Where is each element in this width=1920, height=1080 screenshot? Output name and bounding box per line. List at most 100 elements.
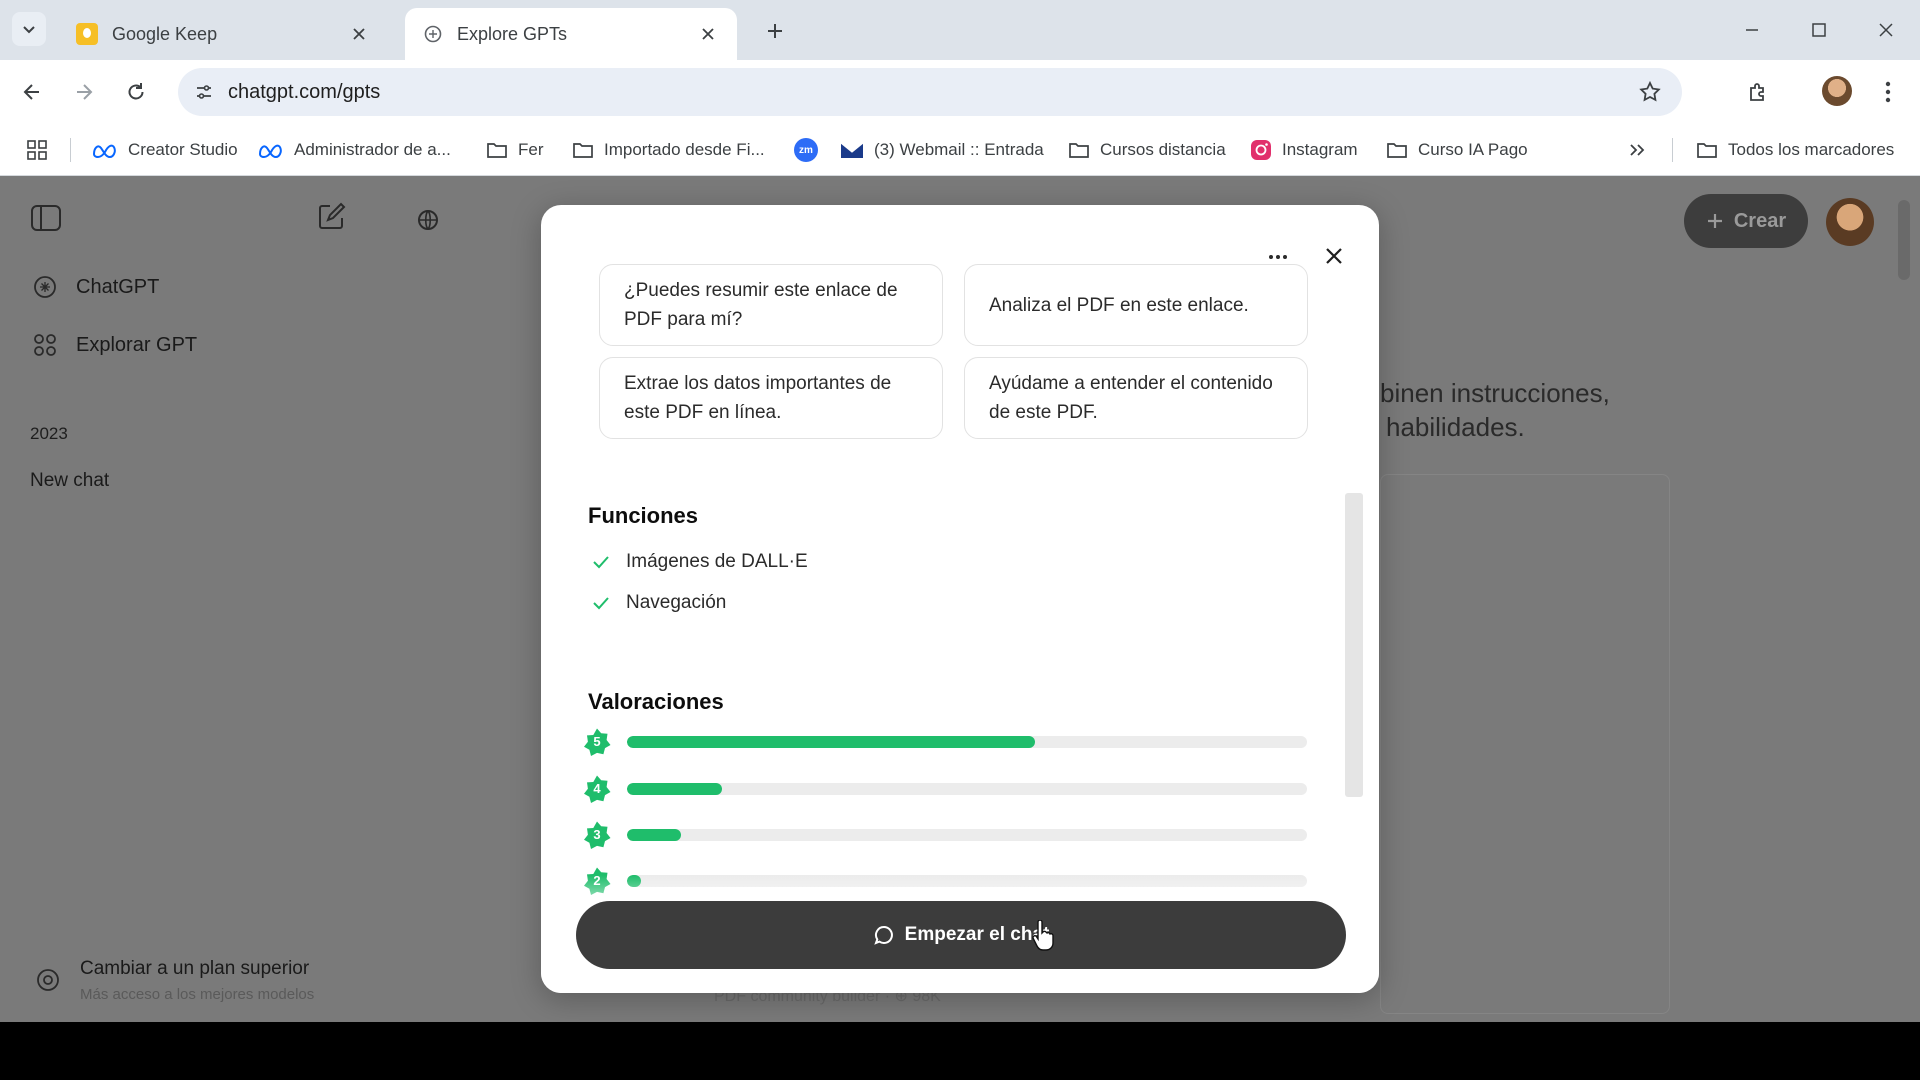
- grid-icon: [34, 334, 56, 356]
- bookmark-creator-studio[interactable]: Creator Studio: [92, 124, 238, 176]
- page-scrollbar[interactable]: [1898, 200, 1910, 280]
- rating-bar-fill: [627, 829, 682, 841]
- starter-text: Ayúdame a entender el contenido de este …: [989, 373, 1273, 423]
- upgrade-subtitle: Más acceso a los mejores modelos: [80, 986, 315, 1003]
- tab-title: Explore GPTs: [457, 23, 568, 44]
- bookmark-label: Curso IA Pago: [1418, 140, 1528, 159]
- history-year-heading: 2023: [30, 424, 68, 443]
- user-avatar[interactable]: [1826, 198, 1874, 246]
- conversation-starter[interactable]: Ayúdame a entender el contenido de este …: [964, 357, 1308, 439]
- folder-icon: [1697, 143, 1717, 158]
- sidebar-toggle-icon[interactable]: [30, 204, 62, 232]
- check-icon: [593, 556, 609, 569]
- rating-bar-fill: [627, 736, 1035, 748]
- bookmark-zoom[interactable]: zm: [794, 124, 818, 176]
- apps-button[interactable]: [26, 124, 58, 176]
- rating-row: 5: [581, 727, 1307, 757]
- bookmark-label: Importado desde Fi...: [604, 140, 765, 159]
- close-tab-button[interactable]: [697, 23, 719, 45]
- bookmark-cursos-distancia[interactable]: Cursos distancia: [1068, 124, 1226, 176]
- ratings-heading: Valoraciones: [588, 689, 724, 714]
- bookmarks-divider: [70, 138, 71, 162]
- maximize-icon: [1812, 23, 1826, 37]
- zoom-icon-text: zm: [799, 144, 813, 156]
- bookmark-curso-ia-pago[interactable]: Curso IA Pago: [1386, 124, 1528, 176]
- bookmark-todos-los-marcadores[interactable]: Todos los marcadores: [1696, 124, 1894, 176]
- google-keep-icon: [76, 23, 98, 45]
- star-badge-icon: 3: [581, 820, 613, 850]
- bookmark-importado[interactable]: Importado desde Fi...: [572, 124, 765, 176]
- back-button[interactable]: [14, 74, 50, 110]
- address-bar[interactable]: chatgpt.com/gpts: [178, 68, 1682, 116]
- arrow-right-icon: [77, 84, 93, 100]
- reload-icon: [128, 83, 144, 100]
- close-icon: [1326, 248, 1342, 264]
- tab-explore-gpts[interactable]: Explore GPTs: [405, 8, 737, 60]
- profile-avatar[interactable]: [1822, 76, 1852, 106]
- close-icon: [702, 28, 714, 40]
- browser-toolbar: chatgpt.com/gpts: [0, 60, 1920, 124]
- bookmark-webmail[interactable]: (3) Webmail :: Entrada: [840, 124, 1044, 176]
- starter-text: ¿Puedes resumir este enlace de PDF para …: [624, 280, 898, 330]
- conversation-starter[interactable]: Extrae los datos importantes de este PDF…: [599, 357, 943, 439]
- forward-button[interactable]: [66, 74, 102, 110]
- screen-bottom-band: [0, 1022, 1920, 1080]
- tab-search-button[interactable]: [12, 12, 46, 46]
- openai-icon: [34, 276, 56, 298]
- webmail-icon: [840, 142, 864, 158]
- sidebar-item-chatgpt[interactable]: ChatGPT: [32, 274, 159, 300]
- start-chat-label: Empezar el chat: [904, 924, 1050, 945]
- rating-bar-track: [627, 783, 1307, 795]
- close-dialog-button[interactable]: [1319, 241, 1349, 271]
- create-gpt-button[interactable]: Crear: [1684, 194, 1808, 248]
- background-card: [1380, 474, 1670, 1014]
- upgrade-icon: [37, 969, 59, 991]
- maximize-button[interactable]: [1799, 10, 1839, 50]
- folder-icon: [1387, 143, 1407, 158]
- sidebar-item-explorar-gpt[interactable]: Explorar GPT: [32, 332, 197, 358]
- bookmark-instagram[interactable]: Instagram: [1250, 124, 1358, 176]
- arrow-left-icon: [23, 84, 39, 100]
- dialog-scrollbar[interactable]: [1345, 493, 1363, 797]
- sidebar-item-label: ChatGPT: [76, 275, 160, 298]
- bookmark-fer[interactable]: Fer: [486, 124, 544, 176]
- rating-star-count: 4: [593, 781, 601, 796]
- sidebar-item-label: Explorar GPT: [76, 333, 198, 356]
- bookmark-star-icon[interactable]: [1638, 80, 1662, 104]
- reload-button[interactable]: [118, 74, 154, 110]
- feature-item: Imágenes de DALL·E: [590, 551, 808, 573]
- hand-cursor-icon: [1032, 920, 1054, 951]
- new-tab-button[interactable]: [760, 16, 790, 46]
- minimize-icon: [1746, 29, 1758, 31]
- create-button-label: Crear: [1733, 209, 1787, 232]
- start-chat-button[interactable]: Empezar el chat: [576, 901, 1346, 969]
- feature-label: Navegación: [626, 592, 727, 613]
- extensions-button[interactable]: [1740, 74, 1776, 110]
- conversation-starter[interactable]: ¿Puedes resumir este enlace de PDF para …: [599, 264, 943, 346]
- tab-google-keep[interactable]: Google Keep: [58, 8, 388, 60]
- bookmark-administrador[interactable]: Administrador de a...: [258, 124, 451, 176]
- conversation-starter[interactable]: Analiza el PDF en este enlace.: [964, 264, 1308, 346]
- chevron-double-right-icon: [1630, 144, 1645, 156]
- site-settings-icon[interactable]: [194, 82, 214, 102]
- globe-icon[interactable]: [416, 208, 440, 232]
- close-tab-button[interactable]: [348, 23, 370, 45]
- plus-icon: [768, 24, 782, 38]
- history-item[interactable]: New chat: [30, 470, 109, 492]
- feature-item: Navegación: [590, 592, 726, 614]
- more-vertical-icon: [1885, 81, 1891, 103]
- meta-icon: [258, 144, 282, 158]
- new-chat-icon[interactable]: [316, 202, 346, 232]
- more-bookmarks-button[interactable]: [1628, 124, 1656, 176]
- background-description-line: binen instrucciones,: [1380, 378, 1610, 408]
- bookmark-label: Administrador de a...: [294, 140, 451, 159]
- tab-title: Google Keep: [112, 23, 218, 44]
- apps-grid-icon: [27, 140, 47, 160]
- gpt-details-dialog: ¿Puedes resumir este enlace de PDF para …: [541, 205, 1379, 993]
- browser-menu-button[interactable]: [1870, 74, 1906, 110]
- features-heading: Funciones: [588, 503, 699, 528]
- close-icon: [353, 28, 365, 40]
- bookmark-label: Creator Studio: [128, 140, 238, 159]
- close-window-button[interactable]: [1866, 10, 1906, 50]
- minimize-button[interactable]: [1732, 10, 1772, 50]
